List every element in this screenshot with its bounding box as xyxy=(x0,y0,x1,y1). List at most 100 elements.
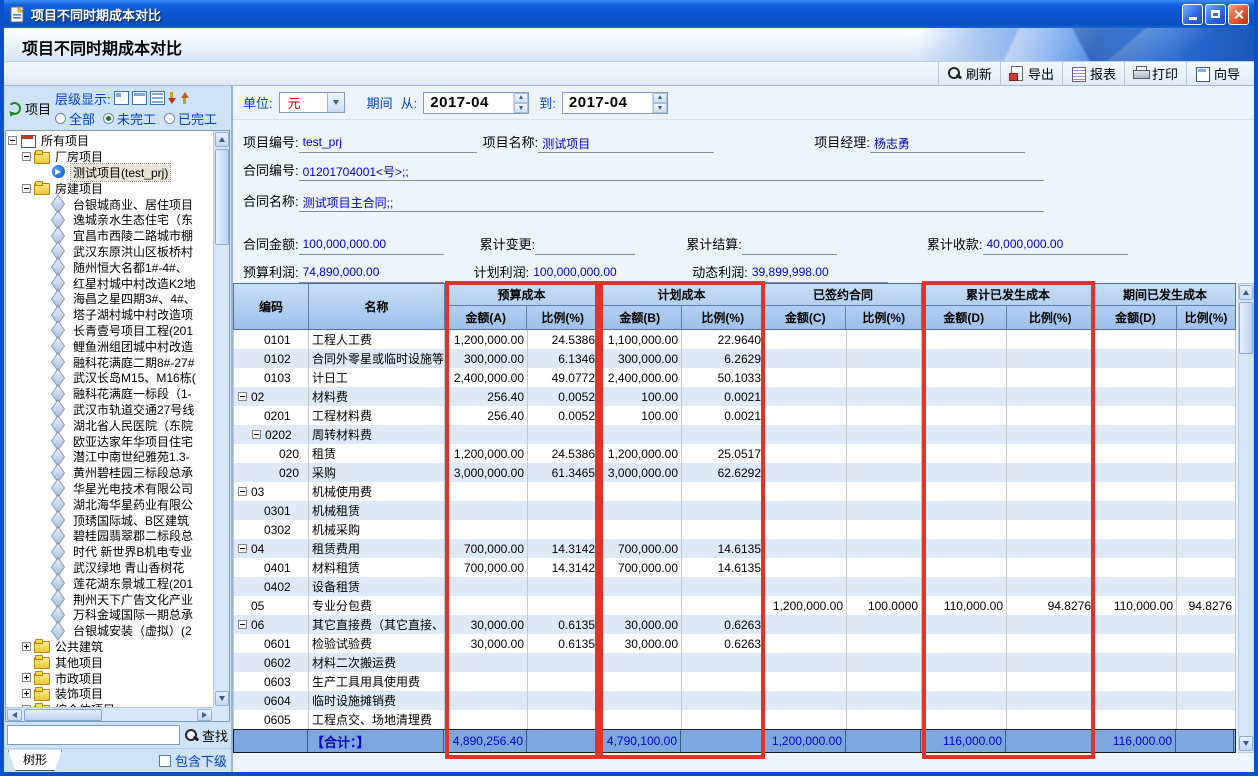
expand-icon[interactable] xyxy=(238,620,247,629)
tree-item[interactable]: 万科金域国际一期总承 xyxy=(6,607,213,623)
spin-down-icon[interactable] xyxy=(653,103,667,113)
group-label[interactable]: 计划成本 xyxy=(599,284,764,306)
col-code-header[interactable]: 编码 xyxy=(234,284,309,329)
tree-item[interactable]: 所有项目 xyxy=(6,133,213,149)
contract-amount-field[interactable]: 100,000,000.00 xyxy=(299,237,444,255)
tree-item[interactable]: 武汉市轨道交通27号线 xyxy=(6,402,213,418)
contract-no-field[interactable]: 01201704001<号>;; xyxy=(299,163,1044,181)
budget-profit-field[interactable]: 74,890,000.00 xyxy=(299,265,444,283)
dynamic-profit-field[interactable]: 39,899,998.00 xyxy=(748,265,888,283)
table-row[interactable]: 0602 材料二次搬运费 xyxy=(234,653,1235,672)
tree-item[interactable]: 红星村城中村改造K2地 xyxy=(6,275,213,291)
refresh-icon[interactable] xyxy=(8,102,21,115)
tree-item[interactable]: 欧亚达家年华项目住宅 xyxy=(6,433,213,449)
status-radio[interactable]: 全部 xyxy=(55,109,95,128)
scroll-right-icon[interactable] xyxy=(197,709,212,721)
spin-up-icon[interactable] xyxy=(514,93,528,103)
cum-settle-field[interactable] xyxy=(742,237,837,255)
tree-item[interactable]: 荆州天下广告文化产业 xyxy=(6,591,213,607)
tree-vertical-scrollbar[interactable] xyxy=(213,131,229,707)
tree-item[interactable]: 莲花湖东景城工程(201 xyxy=(6,575,213,591)
tree-item[interactable]: 武汉长岛M15、M16栋( xyxy=(6,370,213,386)
tree-item[interactable]: 随州恒大名都1#-4#、 xyxy=(6,259,213,275)
group-label[interactable]: 预算成本 xyxy=(445,284,598,306)
toolbar-button[interactable]: 刷新 xyxy=(938,62,1000,85)
tree-item[interactable]: 碧桂园翡翠郡二标段总 xyxy=(6,528,213,544)
ratio-col-header[interactable]: 比例(%) xyxy=(527,306,598,329)
status-radio[interactable]: 未完工 xyxy=(103,109,156,128)
detail-view-icon[interactable] xyxy=(132,91,147,105)
table-row[interactable]: 0101 工程人工费 1,200,000.00 24.5386 1,100,00… xyxy=(234,330,1235,349)
table-row[interactable]: 0102 合同外零星或临时设施等 300,000.00 6.1346 300,0… xyxy=(234,349,1235,368)
tree-expand-icon[interactable] xyxy=(22,673,31,682)
tree-expand-icon[interactable] xyxy=(8,136,17,145)
table-row[interactable]: 0103 计日工 2,400,000.00 49.0772 2,400,000.… xyxy=(234,368,1235,387)
tree-item[interactable]: 公共建筑 xyxy=(6,639,213,655)
group-label[interactable]: 期间已发生成本 xyxy=(1095,284,1235,306)
toolbar-button[interactable]: 向导 xyxy=(1186,62,1248,85)
amount-col-header[interactable]: 金额(B) xyxy=(599,306,682,329)
status-radio[interactable]: 已完工 xyxy=(164,109,217,128)
amount-col-header[interactable]: 金额(D) xyxy=(922,306,1007,329)
contract-name-field[interactable]: 测试项目主合同;; xyxy=(299,194,1044,212)
table-row[interactable]: 04 租赁费用 700,000.00 14.3142 700,000.00 14… xyxy=(234,539,1235,558)
table-vertical-scrollbar[interactable] xyxy=(1238,283,1254,753)
table-row[interactable]: 0202 周转材料费 xyxy=(234,425,1235,444)
unit-select[interactable]: 元 xyxy=(279,92,345,113)
include-sub-checkbox[interactable]: 包含下级 xyxy=(159,751,227,770)
tree-expand-icon[interactable] xyxy=(22,642,31,651)
tree-item[interactable]: 长青壹号项目工程(201 xyxy=(6,323,213,339)
table-row[interactable]: 0402 设备租赁 xyxy=(234,577,1235,596)
cum-change-field[interactable] xyxy=(535,237,635,255)
tree-item[interactable]: 台银城商业、居住项目 xyxy=(6,196,213,212)
tree-item[interactable]: 华星光电技术有限公司 xyxy=(6,481,213,497)
table-row[interactable]: 05 专业分包费 1,200,000.00 100.0000 110,000.0… xyxy=(234,596,1235,615)
table-row[interactable]: 0603 生产工具用具使用费 xyxy=(234,672,1235,691)
tree-item[interactable]: 湖北海华星药业有限公 xyxy=(6,496,213,512)
amount-col-header[interactable]: 金额(A) xyxy=(445,306,527,329)
ratio-col-header[interactable]: 比例(%) xyxy=(682,306,765,329)
amount-col-header[interactable]: 金额(C) xyxy=(765,306,846,329)
tree-scroll-thumb[interactable] xyxy=(215,149,229,245)
tree-item[interactable]: 黄州碧桂园三标段总承 xyxy=(6,465,213,481)
tree-item[interactable]: 房建项目 xyxy=(6,180,213,196)
tree-item[interactable]: 塔子湖村城中村改造项 xyxy=(6,307,213,323)
tree-item[interactable]: 逸城亲水生态住宅（东 xyxy=(6,212,213,228)
amount-col-header[interactable]: 金额(D) xyxy=(1095,306,1177,329)
manager-field[interactable]: 杨志勇 xyxy=(870,135,1025,153)
project-name-field[interactable]: 测试项目 xyxy=(538,135,714,153)
table-row[interactable]: 0301 机械租赁 xyxy=(234,501,1235,520)
table-row[interactable]: 0201 工程材料费 256.40 0.0052 100.00 0.0021 xyxy=(234,406,1235,425)
expand-icon[interactable] xyxy=(238,392,247,401)
tree-item[interactable]: 鲤鱼洲组团城中村改造 xyxy=(6,338,213,354)
minimize-button[interactable] xyxy=(1182,4,1203,25)
search-input[interactable] xyxy=(7,725,180,745)
tree-item[interactable]: 时代 新世界B机电专业 xyxy=(6,544,213,560)
table-row[interactable]: 06 其它直接费（其它直接、 30,000.00 0.6135 30,000.0… xyxy=(234,615,1235,634)
tree-expand-icon[interactable] xyxy=(22,689,31,698)
expand-icon[interactable] xyxy=(238,544,247,553)
tree-item[interactable]: 装饰项目 xyxy=(6,686,213,702)
tree-expand-icon[interactable] xyxy=(22,152,31,161)
table-row[interactable]: 0605 工程点交、场地清理费 xyxy=(234,710,1235,729)
table-row[interactable]: 02 材料费 256.40 0.0052 100.00 0.0021 xyxy=(234,387,1235,406)
toolbar-button[interactable]: 导出 xyxy=(1000,62,1062,85)
tree-item[interactable]: 融科花满庭一标段（1- xyxy=(6,386,213,402)
table-row[interactable]: 0601 检验试验费 30,000.00 0.6135 30,000.00 0.… xyxy=(234,634,1235,653)
cum-receipt-field[interactable]: 40,000,000.00 xyxy=(983,237,1128,255)
tree-hscroll-thumb[interactable] xyxy=(24,709,102,721)
table-row[interactable]: 020 采购 3,000,000.00 61.3465 3,000,000.00… xyxy=(234,463,1235,482)
find-button[interactable]: 查找 xyxy=(184,726,228,745)
tree-item[interactable]: 融科花满庭二期8#-27# xyxy=(6,354,213,370)
chevron-down-icon[interactable] xyxy=(327,93,344,112)
col-name-header[interactable]: 名称 xyxy=(309,284,445,329)
sort-asc-icon[interactable] xyxy=(181,91,191,105)
tree-item[interactable]: 厂房项目 xyxy=(6,149,213,165)
plan-profit-field[interactable]: 100,000,000.00 xyxy=(529,265,679,283)
project-no-field[interactable]: test_prj xyxy=(299,135,477,153)
ratio-col-header[interactable]: 比例(%) xyxy=(846,306,921,329)
tree-item[interactable]: 宜昌市西陵二路城市棚 xyxy=(6,228,213,244)
scroll-down-icon[interactable] xyxy=(215,691,229,706)
tree-horizontal-scrollbar[interactable] xyxy=(6,707,213,721)
toolbar-button[interactable]: 报表 xyxy=(1062,62,1124,85)
